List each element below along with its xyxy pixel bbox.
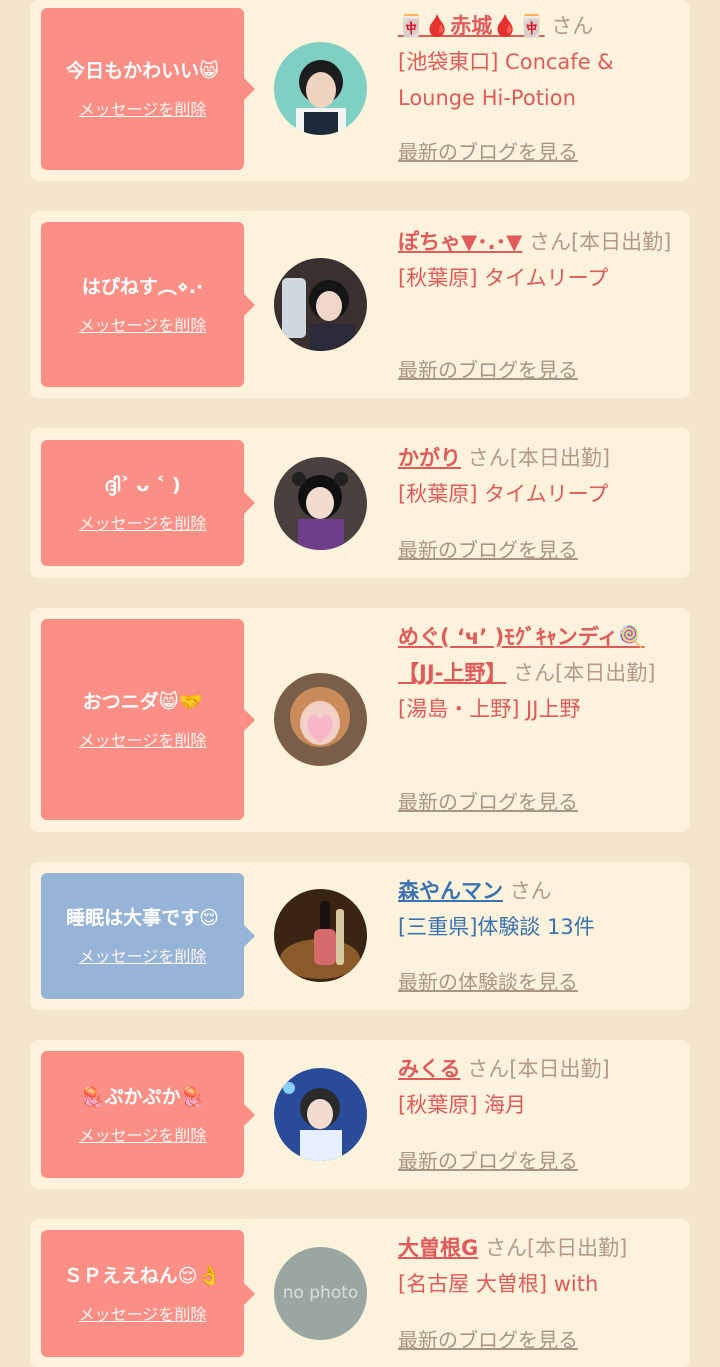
cast-info: めぐ( ‘ч’ )ﾓｸﾞｷｬンディ🍭【JJ-上野】 さん[本日出勤] [湯島・上…	[398, 619, 680, 727]
honorific: さん	[513, 661, 556, 685]
delete-message-link[interactable]: メッセージを削除	[79, 312, 207, 336]
avatar-placeholder[interactable]: no photo	[274, 1247, 367, 1340]
attendance-status: [本日出勤]	[555, 661, 656, 685]
message-text: 今日もかわいい😸	[66, 60, 219, 82]
shop-info: [秋葉原] 海月	[398, 1093, 527, 1117]
latest-review-link[interactable]: 最新の体験談を見る	[398, 966, 578, 995]
message-bubble: おつニダ😸🤝 メッセージを削除	[41, 619, 255, 820]
latest-blog-link[interactable]: 最新のブログを見る	[398, 1324, 578, 1353]
avatar[interactable]	[274, 889, 367, 982]
cast-info: かがり さん[本日出勤] [秋葉原] タイムリープ	[398, 440, 680, 512]
delete-message-link[interactable]: メッセージを削除	[79, 727, 207, 751]
shop-info: [三重県]体験談 13件	[398, 915, 595, 939]
message-card: はぴねす︵⋄.· メッセージを削除 ぽちゃ▼･.･▼ さん[本日出勤] [秋葉原…	[30, 211, 690, 398]
latest-blog-link[interactable]: 最新のブログを見る	[398, 1145, 578, 1174]
cast-name-link[interactable]: 森やんマン	[398, 879, 503, 903]
message-text: おつニダ😸🤝	[82, 690, 203, 713]
shop-info: [秋葉原] タイムリープ	[398, 266, 609, 290]
cast-name-link[interactable]: ぽちゃ▼･.･▼	[398, 230, 522, 254]
honorific: さん	[509, 879, 552, 903]
delete-message-link[interactable]: メッセージを削除	[79, 1122, 207, 1146]
message-bubble: 睡眠は大事です😌 メッセージを削除	[41, 873, 255, 999]
no-photo-text: no photo	[282, 1283, 359, 1303]
cast-name-link[interactable]: 🀄🩸赤城🩸🀄	[398, 14, 545, 38]
message-card: 🪼ぷかぷか🪼 メッセージを削除 みくる さん[本日出勤] [秋葉原] 海月 最新…	[30, 1040, 690, 1189]
attendance-status: [本日出勤]	[570, 230, 672, 254]
cast-info: 🀄🩸赤城🩸🀄 さん [池袋東口] Concafe & Lounge Hi-Pot…	[398, 8, 680, 116]
cast-info: みくる さん[本日出勤] [秋葉原] 海月	[398, 1051, 680, 1123]
delete-message-link[interactable]: メッセージを削除	[79, 943, 207, 967]
cast-name-link[interactable]: みくる	[398, 1057, 461, 1081]
latest-blog-link[interactable]: 最新のブログを見る	[398, 354, 578, 383]
cast-name-link[interactable]: 大曽根G	[398, 1236, 478, 1260]
message-bubble: はぴねす︵⋄.· メッセージを削除	[41, 222, 255, 387]
delete-message-link[interactable]: メッセージを削除	[79, 510, 207, 534]
honorific: さん	[467, 446, 510, 470]
message-bubble: ദ്ദി˃ ᴗ ˂ ) メッセージを削除	[41, 440, 255, 566]
latest-blog-link[interactable]: 最新のブログを見る	[398, 786, 578, 815]
avatar[interactable]	[274, 673, 367, 766]
cast-info: 森やんマン さん [三重県]体験談 13件	[398, 873, 680, 945]
message-text: ദ്ദി˃ ᴗ ˂ )	[104, 474, 181, 496]
cast-info: 大曽根G さん[本日出勤] [名古屋 大曽根] with	[398, 1230, 680, 1302]
avatar[interactable]	[274, 42, 367, 135]
shop-info: [秋葉原] タイムリープ	[398, 482, 609, 506]
message-card: 今日もかわいい😸 メッセージを削除 🀄🩸赤城🩸🀄 さん [池袋東口] Conca…	[30, 0, 690, 181]
honorific: さん	[551, 14, 594, 38]
honorific: さん	[528, 230, 571, 254]
honorific: さん	[467, 1057, 510, 1081]
message-text: 睡眠は大事です😌	[66, 907, 219, 929]
message-text: はぴねす︵⋄.·	[81, 275, 204, 298]
attendance-status: [本日出勤]	[526, 1236, 628, 1260]
delete-message-link[interactable]: メッセージを削除	[79, 1301, 207, 1325]
avatar[interactable]	[274, 258, 367, 351]
attendance-status: [本日出勤]	[509, 1057, 610, 1081]
delete-message-link[interactable]: メッセージを削除	[79, 96, 207, 120]
cast-name-link[interactable]: かがり	[398, 446, 461, 470]
shop-info: [湯島・上野] JJ上野	[398, 697, 581, 721]
message-card: ＳＰええねん😌👌 メッセージを削除 no photo 大曽根G さん[本日出勤]…	[30, 1219, 690, 1367]
avatar[interactable]	[274, 1068, 367, 1161]
honorific: さん	[484, 1236, 527, 1260]
message-bubble: ＳＰええねん😌👌 メッセージを削除	[41, 1230, 255, 1357]
attendance-status: [本日出勤]	[509, 446, 611, 470]
shop-info: [池袋東口] Concafe & Lounge Hi-Potion	[398, 50, 614, 110]
message-text: 🪼ぷかぷか🪼	[80, 1085, 205, 1108]
latest-blog-link[interactable]: 最新のブログを見る	[398, 534, 578, 563]
message-card: ദ്ദി˃ ᴗ ˂ ) メッセージを削除 かがり さん[本日出勤] [秋葉原] …	[30, 428, 690, 578]
latest-blog-link[interactable]: 最新のブログを見る	[398, 136, 578, 165]
message-text: ＳＰええねん😌👌	[63, 1264, 222, 1287]
message-bubble: 今日もかわいい😸 メッセージを削除	[41, 8, 255, 170]
message-card: 睡眠は大事です😌 メッセージを削除 森やんマン さん [三重県]体験談 13件 …	[30, 862, 690, 1010]
shop-info: [名古屋 大曽根] with	[398, 1272, 599, 1296]
message-card: おつニダ😸🤝 メッセージを削除 めぐ( ‘ч’ )ﾓｸﾞｷｬンディ🍭【JJ-上野…	[30, 608, 690, 832]
cast-info: ぽちゃ▼･.･▼ さん[本日出勤] [秋葉原] タイムリープ	[398, 224, 680, 296]
avatar[interactable]	[274, 457, 367, 550]
message-bubble: 🪼ぷかぷか🪼 メッセージを削除	[41, 1051, 255, 1178]
